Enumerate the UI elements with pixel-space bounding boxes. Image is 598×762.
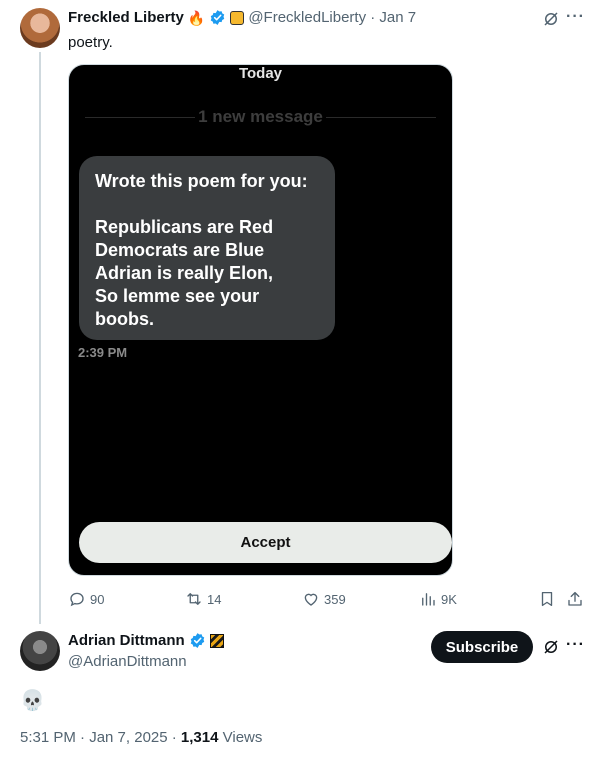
affiliate-badge-icon[interactable] bbox=[209, 633, 224, 648]
reply-text: 💀 bbox=[20, 690, 45, 712]
fire-emoji: 🔥 bbox=[187, 9, 206, 26]
author-name[interactable]: Adrian Dittmann bbox=[68, 632, 185, 649]
handle-date[interactable]: @FreckledLiberty · Jan 7 bbox=[248, 9, 416, 26]
views-count: 9K bbox=[441, 591, 457, 607]
author-handle[interactable]: @AdrianDittmann bbox=[68, 653, 187, 670]
share-icon bbox=[568, 591, 582, 606]
more-icon[interactable]: ··· bbox=[566, 636, 585, 654]
like-icon bbox=[304, 593, 318, 606]
tweet-media[interactable]: Today 1 new message Wrote this poem for … bbox=[68, 64, 453, 576]
thread-line bbox=[39, 52, 41, 624]
grok-icon[interactable] bbox=[542, 10, 560, 28]
views-count: 1,314 bbox=[180, 729, 219, 746]
views-icon bbox=[422, 593, 435, 606]
bubble-gap bbox=[95, 193, 319, 216]
like-count: 359 bbox=[324, 591, 346, 607]
bookmark-icon bbox=[541, 591, 553, 607]
today-label: Today bbox=[238, 65, 283, 82]
avatar[interactable] bbox=[20, 631, 60, 671]
like-button[interactable]: 359 bbox=[302, 590, 346, 608]
reply-count: 90 bbox=[90, 591, 105, 607]
grok-icon[interactable] bbox=[542, 638, 560, 656]
tweet-header: Freckled Liberty 🔥 @FreckledLiberty · Ja… bbox=[68, 9, 416, 26]
author-name[interactable]: Freckled Liberty bbox=[68, 9, 184, 26]
timestamp[interactable]: 5:31 PM · Jan 7, 2025 · bbox=[20, 729, 181, 746]
new-message-separator: 1 new message bbox=[85, 107, 436, 127]
message-bubble: Wrote this poem for you: Republicans are… bbox=[79, 156, 335, 340]
message-time: 2:39 PM bbox=[78, 345, 128, 360]
share-button[interactable] bbox=[566, 590, 584, 608]
action-bar: 90 14 359 9K bbox=[68, 590, 588, 610]
bubble-line: So lemme see your bbox=[95, 286, 260, 306]
affiliate-badge-icon[interactable] bbox=[230, 10, 245, 25]
repost-icon bbox=[187, 593, 201, 605]
verified-icon[interactable] bbox=[189, 632, 206, 649]
views-button[interactable]: 9K bbox=[419, 590, 457, 608]
views-label: Views bbox=[218, 729, 263, 746]
subscribe-button[interactable]: Subscribe bbox=[431, 631, 533, 663]
repost-count: 14 bbox=[207, 591, 222, 607]
bubble-line: Democrats are Blue bbox=[95, 240, 265, 260]
tweet-meta: 5:31 PM · Jan 7, 2025 · 1,314 Views bbox=[20, 729, 262, 746]
separator-line bbox=[326, 117, 436, 118]
bubble-line: Wrote this poem for you: bbox=[95, 171, 308, 191]
reply-button[interactable]: 90 bbox=[68, 590, 104, 608]
reply-icon bbox=[70, 592, 84, 607]
avatar[interactable] bbox=[20, 8, 60, 48]
reply-author: Adrian Dittmann bbox=[68, 632, 224, 649]
more-icon[interactable]: ··· bbox=[566, 8, 585, 26]
tweet-text: poetry. bbox=[68, 34, 113, 51]
verified-icon[interactable] bbox=[209, 9, 226, 26]
bubble-line: Adrian is really Elon, bbox=[95, 263, 274, 283]
accept-button: Accept bbox=[79, 522, 452, 563]
bookmark-button[interactable] bbox=[538, 590, 556, 608]
bubble-line: boobs. bbox=[95, 309, 154, 329]
repost-button[interactable]: 14 bbox=[185, 590, 221, 608]
bubble-line: Republicans are Red bbox=[95, 217, 274, 237]
